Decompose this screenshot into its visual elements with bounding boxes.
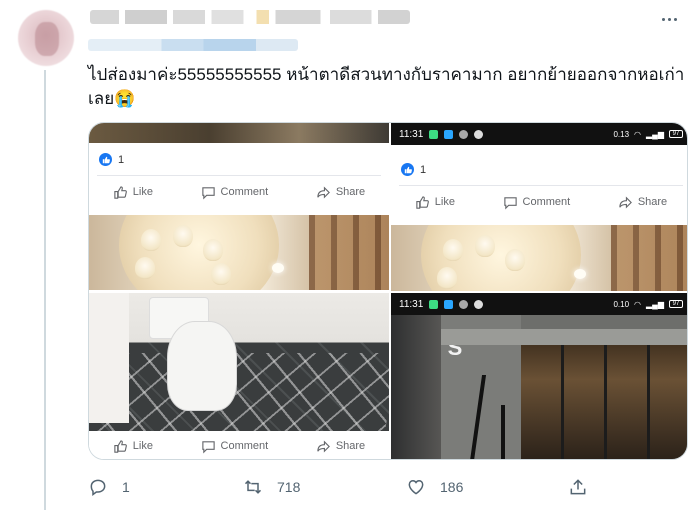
crying-emoji: 😭 (114, 89, 136, 108)
tweet-action-bar: 1 718 186 (88, 474, 648, 500)
media-tile-4[interactable]: 11:31 0.10 ◠ ▂▄▆ 97 S (391, 293, 687, 459)
wifi-icon: ◠ (634, 299, 642, 309)
ceiling-photo (391, 225, 687, 291)
reply-count: 1 (122, 479, 130, 495)
fb-like-button: Like (113, 439, 153, 454)
tweet-text-line1: ไปส่องมาค่ะ55555555555 หน้าตาดีสวนทางกับ… (88, 65, 685, 84)
wifi-icon: ◠ (634, 129, 642, 139)
share-button[interactable] (568, 477, 588, 497)
signal-icon: ▂▄▆ (646, 299, 664, 309)
reaction-row: 1 (99, 153, 124, 166)
share-arrow-icon (317, 439, 330, 453)
phone-status-bar: 11:31 0.10 ◠ ▂▄▆ 97 (391, 293, 687, 315)
like-badge-icon (99, 153, 112, 166)
app-icon (444, 129, 454, 139)
phone-status-bar: 11:31 0.13 ◠ ▂▄▆ 97 (391, 123, 687, 145)
fb-action-bar: Like Comment Share (89, 177, 389, 207)
reaction-count: 1 (118, 153, 125, 166)
thumbs-up-icon (114, 185, 127, 199)
media-grid[interactable]: 1 Like Comment Share 11:31 0.13 ◠ ▂▄▆ 97… (88, 122, 688, 460)
share-icon (570, 479, 586, 495)
fb-action-bar: Like Comment Share (391, 187, 687, 217)
tweet-text: ไปส่องมาค่ะ55555555555 หน้าตาดีสวนทางกับ… (88, 63, 688, 111)
reaction-row: 1 (401, 163, 426, 176)
signal-icon: ▂▄▆ (646, 129, 664, 139)
share-arrow-icon (317, 185, 330, 199)
fb-comment-button: Comment (201, 185, 268, 200)
fb-action-bar: Like Comment Share (89, 431, 389, 459)
app-icon (459, 129, 469, 139)
status-time: 11:31 (399, 128, 424, 140)
status-time: 11:31 (399, 298, 424, 310)
media-tile-1[interactable]: 1 Like Comment Share (89, 123, 389, 291)
avatar[interactable] (18, 10, 74, 66)
heart-icon (408, 479, 424, 495)
thread-line (44, 70, 46, 510)
bathroom-photo (89, 293, 389, 459)
cloud-icon (474, 299, 484, 309)
app-icon (429, 129, 439, 139)
like-count: 186 (440, 479, 464, 495)
thumbs-up-icon (114, 439, 127, 453)
photo-strip (89, 123, 389, 143)
retweet-button[interactable]: 718 (243, 477, 300, 497)
fb-share-button: Share (316, 185, 365, 200)
more-icon[interactable] (658, 12, 680, 26)
fb-comment-button: Comment (503, 195, 570, 210)
ceiling-photo (89, 215, 389, 290)
fb-comment-button: Comment (201, 439, 268, 454)
app-icon (459, 299, 469, 309)
handle-redacted[interactable] (88, 39, 298, 51)
divider (399, 185, 683, 186)
tweet-text-line2: เลย (88, 89, 115, 108)
reply-button[interactable]: 1 (88, 477, 130, 497)
cloud-icon (474, 129, 484, 139)
like-button[interactable]: 186 (406, 477, 463, 497)
like-badge-icon (401, 163, 414, 176)
battery-icon: 97 (669, 130, 683, 138)
retweet-count: 718 (277, 479, 301, 495)
battery-icon: 97 (669, 300, 683, 308)
status-speed: 0.10 (613, 299, 630, 309)
share-arrow-icon (619, 195, 632, 209)
fb-like-button: Like (113, 185, 153, 200)
comment-icon (201, 440, 215, 453)
building-photo: S (391, 315, 687, 459)
fb-share-button: Share (316, 439, 365, 454)
media-tile-2[interactable]: 11:31 0.13 ◠ ▂▄▆ 97 1 Like Comment Share (391, 123, 687, 291)
comment-icon (201, 186, 215, 199)
media-tile-3[interactable]: Like Comment Share (89, 293, 389, 459)
app-icon (429, 299, 439, 309)
retweet-icon (244, 480, 262, 494)
fb-share-button: Share (618, 195, 667, 210)
divider (97, 175, 381, 176)
comment-icon (503, 196, 517, 209)
thumbs-up-icon (416, 195, 429, 209)
reaction-count: 1 (420, 163, 427, 176)
status-speed: 0.13 (613, 129, 630, 139)
reply-icon (90, 479, 106, 496)
display-name-redacted[interactable] (90, 10, 410, 24)
app-icon (444, 299, 454, 309)
fb-like-button: Like (415, 195, 455, 210)
